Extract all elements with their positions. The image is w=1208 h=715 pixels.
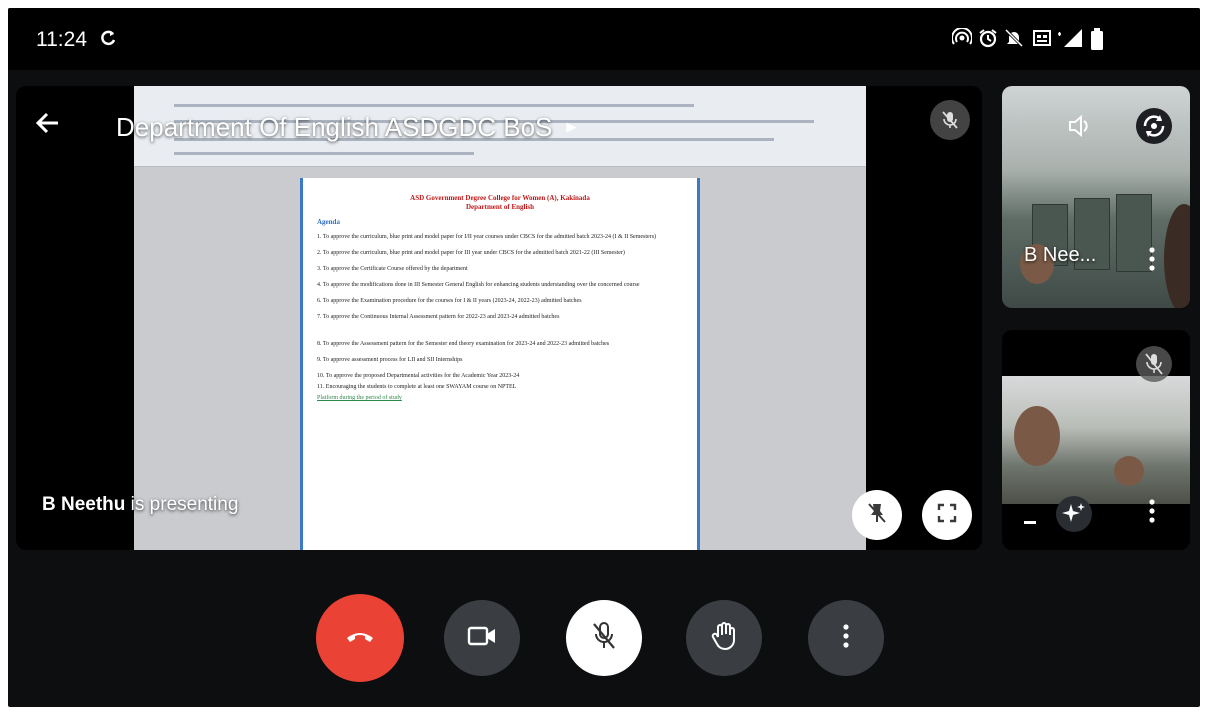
camera-button[interactable]: [444, 600, 520, 676]
agenda-item: 8. To approve the Assessment pattern for…: [317, 341, 610, 347]
end-call-button[interactable]: [316, 594, 404, 682]
more-options-button[interactable]: [808, 600, 884, 676]
signal-icon: [1056, 28, 1086, 53]
college-name: ASD Government Degree College for Women …: [410, 194, 590, 202]
presenter-name: B Neethu: [42, 494, 126, 515]
agenda-item: 9. To approve assessment process for LII…: [317, 357, 463, 363]
presentation-tile[interactable]: ASD Government Degree College for Women …: [16, 86, 982, 550]
meeting-header: Department Of English ASDGDC BoS ▶: [34, 104, 576, 150]
status-bar: 11:24: [8, 8, 1200, 70]
mic-off-icon: [930, 100, 970, 140]
raise-hand-button[interactable]: [686, 600, 762, 676]
more-vert-icon[interactable]: [1148, 498, 1156, 529]
participant-face: [1014, 406, 1060, 466]
hang-up-icon: [345, 628, 375, 649]
mic-off-icon: [1134, 344, 1174, 389]
unpin-icon: [865, 501, 889, 530]
chevron-right-icon[interactable]: ▶: [566, 119, 576, 135]
agenda-item: 1. To approve the curriculum, blue print…: [317, 234, 657, 240]
agenda-item: 2. To approve the curriculum, blue print…: [317, 250, 625, 256]
meet-screen: 11:24 ASD Government Degree College for …: [8, 8, 1200, 707]
participant-face: [1114, 456, 1144, 486]
department-name: Department of English: [465, 203, 535, 211]
participant-name: B Nee...: [1024, 244, 1097, 266]
background-cabinet: [1116, 194, 1152, 272]
agenda-item: 7. To approve the Continuous Internal As…: [317, 314, 560, 320]
hand-icon: [711, 621, 737, 656]
sync-icon: [98, 28, 118, 53]
fullscreen-icon: [936, 502, 958, 529]
screen-icon: [1032, 28, 1052, 53]
shared-screen: ASD Government Degree College for Women …: [134, 86, 866, 550]
volume-icon[interactable]: [1066, 112, 1094, 145]
agenda-item: 11. Encouraging the students to complete…: [317, 384, 517, 390]
document-page: ASD Government Degree College for Women …: [300, 178, 700, 550]
more-vert-icon: [842, 623, 850, 654]
unpin-button[interactable]: [852, 490, 902, 540]
switch-camera-icon[interactable]: [1134, 106, 1174, 151]
dnd-icon: [1004, 28, 1024, 53]
camera-icon: [467, 625, 497, 652]
status-time: 11:24: [36, 28, 87, 51]
agenda-item: 4. To approve the modifications done in …: [317, 282, 640, 288]
more-vert-icon[interactable]: [1148, 246, 1156, 277]
agenda-heading: Agenda: [317, 218, 340, 226]
sparkle-effects-icon[interactable]: [1054, 494, 1094, 539]
hotspot-icon: [951, 27, 973, 53]
agenda-item: Platform during the period of study: [317, 395, 402, 401]
agenda-item: 3. To approve the Certificate Course off…: [317, 266, 468, 272]
mic-off-icon: [591, 621, 617, 656]
agenda-item: 6. To approve the Examination procedure …: [317, 298, 582, 304]
presenting-text: is presenting: [125, 494, 239, 515]
participant-tile[interactable]: B Nee...: [1002, 86, 1190, 308]
alarm-icon: [978, 28, 998, 53]
minimize-icon[interactable]: [1024, 512, 1036, 530]
mic-button[interactable]: [566, 600, 642, 676]
self-view-tile[interactable]: [1002, 330, 1190, 550]
meeting-title[interactable]: Department Of English ASDGDC BoS: [116, 112, 552, 143]
fullscreen-button[interactable]: [922, 490, 972, 540]
presenting-label: B Neethu is presenting: [42, 494, 238, 516]
battery-icon: [1090, 28, 1104, 55]
back-arrow-icon[interactable]: [34, 109, 74, 145]
agenda-item: 10. To approve the proposed Departmental…: [317, 373, 520, 379]
call-controls: [8, 570, 1200, 707]
